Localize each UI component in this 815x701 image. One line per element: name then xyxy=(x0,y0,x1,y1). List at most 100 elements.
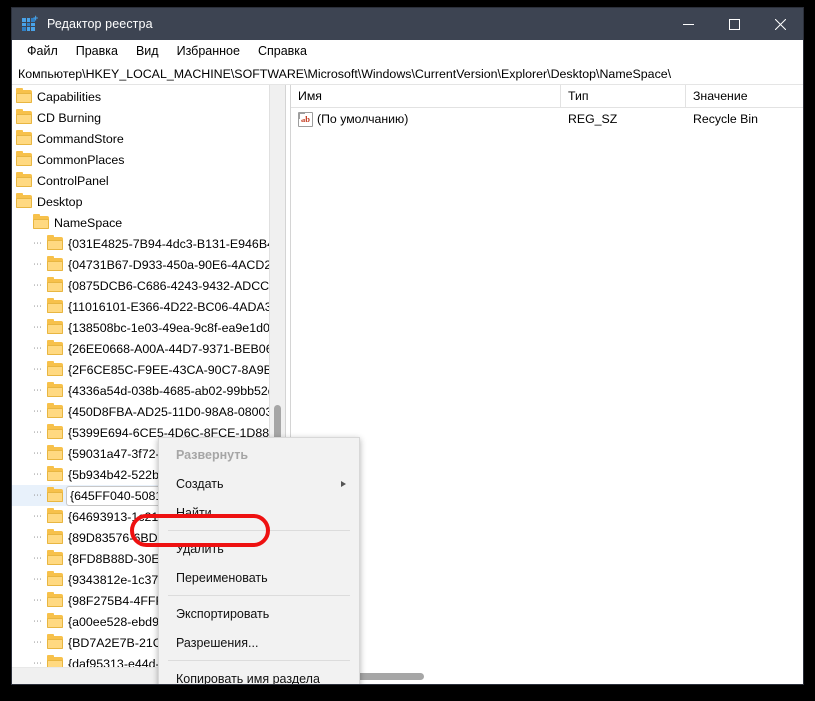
context-menu-separator xyxy=(168,530,350,531)
folder-icon xyxy=(47,655,63,667)
tree-connector-dots: ⋯ xyxy=(33,364,42,374)
tree-item[interactable]: ⋯ {11016101-E366-4D22-BC06-4ADA335C892B} xyxy=(12,296,285,317)
tree-item[interactable]: ⋯ {26EE0668-A00A-44D7-9371-BEB064C98683} xyxy=(12,338,285,359)
tree-item-label: {2F6CE85C-F9EE-43CA-90C7-8A9BD53A2467} xyxy=(68,362,285,377)
tree-connector-dots: ⋯ xyxy=(33,511,42,521)
menu-item-правка[interactable]: Правка xyxy=(67,42,127,61)
folder-icon xyxy=(16,88,32,103)
context-menu-item[interactable]: Удалить xyxy=(159,534,359,563)
table-row[interactable]: ab (По умолчанию) REG_SZ Recycle Bin xyxy=(291,108,803,130)
values-pane: Имя Тип Значение ab (По умолчанию) REG_SZ R… xyxy=(291,85,803,684)
tree-item[interactable]: NameSpace xyxy=(12,212,285,233)
close-button[interactable] xyxy=(757,8,803,40)
tree-item[interactable]: CD Burning xyxy=(12,107,285,128)
tree-item-label: CommandStore xyxy=(37,131,124,146)
tree-connector-dots: ⋯ xyxy=(33,406,42,416)
context-menu-item-label: Создать xyxy=(176,476,224,491)
column-header-name[interactable]: Имя xyxy=(291,85,561,107)
folder-icon xyxy=(16,109,32,124)
folder-icon xyxy=(16,193,32,208)
address-bar[interactable]: Компьютер\HKEY_LOCAL_MACHINE\SOFTWARE\Mi… xyxy=(12,63,803,85)
tree-connector-dots: ⋯ xyxy=(33,553,42,563)
tree-item[interactable]: CommandStore xyxy=(12,128,285,149)
folder-icon xyxy=(47,382,63,397)
context-menu-item[interactable]: Разрешения... xyxy=(159,628,359,657)
tree-item[interactable]: ⋯ {4336a54d-038b-4685-ab02-99bb52d3fb8b} xyxy=(12,380,285,401)
folder-icon xyxy=(16,151,32,166)
context-menu-item[interactable]: Экспортировать xyxy=(159,599,359,628)
context-menu-separator xyxy=(168,660,350,661)
context-menu-item[interactable]: Найти... xyxy=(159,498,359,527)
context-menu-separator xyxy=(168,595,350,596)
values-rows: ab (По умолчанию) REG_SZ Recycle Bin xyxy=(291,108,803,684)
string-value-icon: ab xyxy=(298,111,313,127)
tree-item-label: CD Burning xyxy=(37,110,102,125)
tree-connector-dots: ⋯ xyxy=(33,322,42,332)
tree-connector-dots: ⋯ xyxy=(33,280,42,290)
menu-bar: Файл Правка Вид Избранное Справка xyxy=(12,40,803,63)
context-menu-item[interactable]: Переименовать xyxy=(159,563,359,592)
tree-item-label: ControlPanel xyxy=(37,173,109,188)
menu-item-файл[interactable]: Файл xyxy=(18,42,67,61)
tree-item-label: {04731B67-D933-450a-90E6-4ACD2E9408FE} xyxy=(68,257,285,272)
tree-item[interactable]: ⋯ {2F6CE85C-F9EE-43CA-90C7-8A9BD53A2467} xyxy=(12,359,285,380)
context-menu: Развернуть Создать Найти... Удалить Переимен… xyxy=(158,437,360,684)
editor-content: Capabilities CD Burning CommandStore Common… xyxy=(12,85,803,684)
context-menu-item-label: Копировать имя раздела xyxy=(176,671,320,685)
tree-item-label: {031E4825-7B94-4dc3-B131-E946B44C8DD5} xyxy=(68,236,285,251)
tree-connector-dots: ⋯ xyxy=(33,238,42,248)
tree-item[interactable]: CommonPlaces xyxy=(12,149,285,170)
maximize-button[interactable] xyxy=(711,8,757,40)
title-bar[interactable]: + Редактор реестра xyxy=(12,8,803,40)
tree-item-label: Capabilities xyxy=(37,89,102,104)
tree-connector-dots: ⋯ xyxy=(33,301,42,311)
context-menu-item[interactable]: Создать xyxy=(159,469,359,498)
tree-connector-dots: ⋯ xyxy=(33,637,42,647)
menu-item-справка[interactable]: Справка xyxy=(249,42,316,61)
tree-item[interactable]: ⋯ {450D8FBA-AD25-11D0-98A8-0800361B1103} xyxy=(12,401,285,422)
folder-icon xyxy=(47,550,63,565)
value-name: (По умолчанию) xyxy=(317,112,409,126)
folder-icon xyxy=(47,319,63,334)
value-type: REG_SZ xyxy=(568,112,618,126)
context-menu-item-label: Экспортировать xyxy=(176,606,270,621)
tree-item[interactable]: ⋯ {031E4825-7B94-4dc3-B131-E946B44C8DD5} xyxy=(12,233,285,254)
folder-icon xyxy=(47,445,63,460)
registry-editor-window: + Редактор реестра Файл Правка Вид Избранно… xyxy=(12,8,803,684)
folder-icon xyxy=(47,592,63,607)
folder-icon xyxy=(47,403,63,418)
minimize-button[interactable] xyxy=(665,8,711,40)
tree-item[interactable]: ⋯ {138508bc-1e03-49ea-9c8f-ea9e1d05d65d} xyxy=(12,317,285,338)
tree-item[interactable]: Capabilities xyxy=(12,86,285,107)
value-data: Recycle Bin xyxy=(693,112,758,126)
context-menu-item-label: Найти... xyxy=(176,505,223,520)
folder-icon xyxy=(33,214,49,229)
tree-item-label: {450D8FBA-AD25-11D0-98A8-0800361B1103} xyxy=(68,404,285,419)
context-menu-item-label: Удалить xyxy=(176,541,224,556)
tree-item-label: {11016101-E366-4D22-BC06-4ADA335C892B} xyxy=(68,299,285,314)
tree-item[interactable]: ControlPanel xyxy=(12,170,285,191)
menu-item-вид[interactable]: Вид xyxy=(127,42,168,61)
folder-icon xyxy=(47,235,63,250)
tree-item[interactable]: Desktop xyxy=(12,191,285,212)
folder-icon xyxy=(47,466,63,481)
tree-item-label: Desktop xyxy=(37,194,83,209)
folder-icon xyxy=(47,361,63,376)
window-controls xyxy=(665,8,803,40)
tree-item[interactable]: ⋯ {04731B67-D933-450a-90E6-4ACD2E9408FE} xyxy=(12,254,285,275)
tree-item-label: CommonPlaces xyxy=(37,152,125,167)
menu-item-избранное[interactable]: Избранное xyxy=(168,42,249,61)
context-menu-item[interactable]: Копировать имя раздела xyxy=(159,664,359,685)
tree-connector-dots: ⋯ xyxy=(33,490,42,500)
value-name-cell: ab (По умолчанию) xyxy=(291,111,561,127)
column-header-value[interactable]: Значение xyxy=(686,85,803,107)
tree-connector-dots: ⋯ xyxy=(33,427,42,437)
tree-item[interactable]: ⋯ {0875DCB6-C686-4243-9432-ADCCF0B9F2D7} xyxy=(12,275,285,296)
tree-connector-dots: ⋯ xyxy=(33,658,42,667)
registry-grid-icon: + xyxy=(22,14,38,32)
tree-connector-dots: ⋯ xyxy=(33,595,42,605)
column-header-type[interactable]: Тип xyxy=(561,85,686,107)
folder-icon xyxy=(47,424,63,439)
context-menu-item-label: Развернуть xyxy=(176,447,249,462)
folder-icon xyxy=(47,277,63,292)
